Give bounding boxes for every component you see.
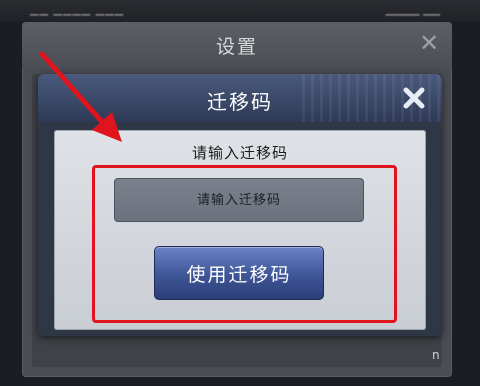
annotation-arrow-icon [39, 51, 122, 142]
